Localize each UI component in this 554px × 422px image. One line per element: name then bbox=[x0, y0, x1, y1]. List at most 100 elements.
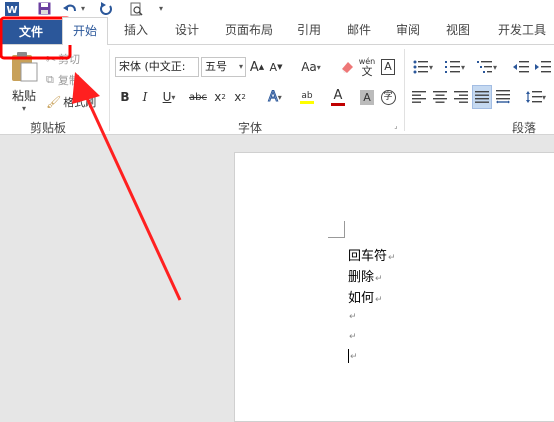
paragraph-mark-icon: ↵ bbox=[349, 312, 357, 322]
paragraph-line[interactable]: 如何↵ bbox=[348, 287, 383, 306]
strikethrough-button[interactable]: abc bbox=[188, 87, 208, 107]
distributed-icon bbox=[496, 90, 510, 104]
document-page[interactable]: 回车符↵ 删除↵ 如何↵ ↵ ↵ ↵ bbox=[234, 152, 554, 422]
paragraph-mark-icon: ↵ bbox=[349, 332, 357, 342]
tab-mailings[interactable]: 邮件 bbox=[337, 17, 381, 44]
paragraph-mark-icon: ↵ bbox=[375, 295, 383, 305]
underline-button[interactable]: U ▾ bbox=[157, 87, 181, 107]
save-icon[interactable] bbox=[36, 1, 52, 16]
divider bbox=[109, 49, 110, 131]
align-center-button[interactable] bbox=[431, 87, 449, 107]
format-painter-button[interactable]: 🖌 格式刷 bbox=[46, 93, 96, 111]
text-cursor bbox=[348, 348, 349, 363]
tab-developer[interactable]: 开发工具 bbox=[490, 17, 554, 44]
paragraph-mark-icon: ↵ bbox=[350, 352, 358, 362]
chevron-down-icon: ▾ bbox=[460, 62, 465, 72]
align-left-button[interactable] bbox=[410, 87, 428, 107]
word-app-icon[interactable]: W bbox=[4, 1, 20, 16]
decrease-indent-icon bbox=[513, 61, 529, 73]
paragraph-line[interactable]: 删除↵ bbox=[348, 266, 383, 285]
undo-icon[interactable] bbox=[62, 1, 78, 16]
font-name-select[interactable]: 宋体 (中文正: bbox=[115, 57, 199, 77]
italic-icon: I bbox=[142, 90, 148, 104]
bullets-button[interactable]: ▾ bbox=[410, 57, 436, 77]
tab-review[interactable]: 审阅 bbox=[386, 17, 430, 44]
bold-button[interactable]: B bbox=[117, 87, 133, 107]
paragraph-text: 如何 bbox=[348, 291, 375, 306]
multilevel-list-button[interactable]: ▾ bbox=[474, 57, 500, 77]
grow-font-button[interactable]: A ▲ bbox=[249, 57, 265, 77]
change-case-button[interactable]: Aa ▾ bbox=[297, 57, 325, 77]
paragraph-line[interactable]: ↵ bbox=[348, 308, 357, 323]
clear-formatting-button[interactable] bbox=[338, 57, 356, 77]
character-border-icon: A bbox=[381, 59, 395, 75]
highlight-button[interactable]: ab bbox=[293, 85, 321, 109]
numbered-list-icon bbox=[444, 61, 460, 73]
customize-qat-icon[interactable]: ▾ bbox=[156, 1, 166, 16]
paragraph-line[interactable]: 回车符↵ bbox=[348, 245, 396, 264]
ribbon-home: 粘贴 ▾ ✂ 剪切 ⧉ 复制 🖌 格式刷 剪贴板 宋体 (中文正: 五号 ▾ A… bbox=[0, 44, 554, 135]
paragraph-line[interactable]: ↵ bbox=[348, 328, 357, 343]
tab-layout[interactable]: 页面布局 bbox=[218, 17, 280, 44]
paragraph-line[interactable]: ↵ bbox=[348, 348, 358, 363]
tab-insert[interactable]: 插入 bbox=[114, 17, 158, 44]
italic-button[interactable]: I bbox=[137, 87, 153, 107]
underline-icon: U bbox=[162, 90, 172, 104]
copy-icon: ⧉ bbox=[46, 73, 54, 86]
distributed-button[interactable] bbox=[494, 87, 512, 107]
font-color-icon: A bbox=[333, 87, 343, 103]
enclose-characters-icon: 字 bbox=[380, 89, 396, 105]
subscript-button[interactable]: x2 bbox=[212, 87, 228, 107]
decrease-indent-button[interactable] bbox=[512, 57, 530, 77]
enclose-characters-button[interactable]: 字 bbox=[379, 87, 397, 107]
print-preview-icon[interactable] bbox=[128, 1, 144, 16]
font-color-button[interactable]: A bbox=[324, 85, 352, 109]
align-left-icon bbox=[412, 91, 426, 103]
character-shading-icon: A bbox=[360, 89, 374, 105]
chevron-down-icon: ▾ bbox=[238, 62, 243, 71]
eraser-icon bbox=[342, 62, 353, 73]
paste-dropdown-icon[interactable]: ▾ bbox=[22, 104, 26, 113]
superscript-button[interactable]: x2 bbox=[232, 87, 248, 107]
paste-button[interactable]: 粘贴 ▾ bbox=[6, 51, 42, 117]
align-right-button[interactable] bbox=[452, 87, 470, 107]
highlight-color-bar bbox=[300, 100, 314, 104]
scissors-icon: ✂ bbox=[46, 52, 57, 66]
tab-view[interactable]: 视图 bbox=[436, 17, 480, 44]
shrink-font-button[interactable]: A ▼ bbox=[268, 57, 284, 77]
tab-file[interactable]: 文件 bbox=[0, 20, 62, 44]
character-shading-button[interactable]: A bbox=[358, 87, 376, 107]
paragraph-mark-icon: ↵ bbox=[388, 253, 396, 263]
paragraph-mark-icon: ↵ bbox=[375, 274, 383, 284]
tab-home[interactable]: 开始 bbox=[62, 17, 108, 45]
chevron-down-icon: ▾ bbox=[316, 62, 321, 72]
character-border-button[interactable]: A bbox=[379, 57, 397, 77]
undo-dropdown-icon[interactable]: ▾ bbox=[79, 1, 87, 16]
tab-references[interactable]: 引用 bbox=[287, 17, 331, 44]
font-size-value: 五号 bbox=[205, 60, 227, 73]
paragraph-text: 删除 bbox=[348, 270, 375, 285]
justify-icon bbox=[475, 91, 489, 103]
change-case-icon: Aa bbox=[301, 60, 317, 74]
redo-icon[interactable] bbox=[98, 1, 114, 16]
document-area[interactable]: 回车符↵ 删除↵ 如何↵ ↵ ↵ ↵ bbox=[0, 136, 554, 422]
paragraph-group-label: 段落 bbox=[512, 121, 537, 135]
justify-button[interactable] bbox=[472, 85, 492, 109]
text-effects-button[interactable]: A ▾ bbox=[262, 87, 288, 107]
chevron-down-icon: ▾ bbox=[171, 92, 176, 102]
phonetic-guide-button[interactable]: wén 文 bbox=[358, 55, 376, 79]
cut-button[interactable]: ✂ 剪切 bbox=[46, 50, 80, 68]
increase-indent-button[interactable] bbox=[534, 57, 552, 77]
copy-button[interactable]: ⧉ 复制 bbox=[46, 71, 80, 89]
numbering-button[interactable]: ▾ bbox=[442, 57, 468, 77]
line-spacing-button[interactable]: ▾ bbox=[522, 87, 550, 107]
font-size-select[interactable]: 五号 ▾ bbox=[201, 57, 246, 77]
cut-label: 剪切 bbox=[58, 53, 81, 66]
divider bbox=[404, 49, 405, 131]
bold-icon: B bbox=[120, 90, 130, 104]
highlighter-icon: ab bbox=[301, 90, 313, 101]
tab-design[interactable]: 设计 bbox=[165, 17, 209, 44]
font-dialog-launcher-icon[interactable]: ⌟ bbox=[391, 121, 401, 131]
align-center-icon bbox=[433, 91, 447, 103]
shrink-font-icon: A bbox=[269, 60, 278, 74]
